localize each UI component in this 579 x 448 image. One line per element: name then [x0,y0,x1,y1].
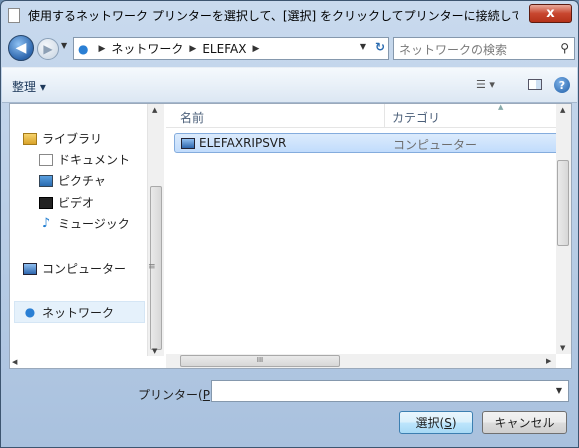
breadcrumb-separator-icon[interactable]: ▶ [98,44,105,54]
title-bar: 使用するネットワーク プリンターを選択して、[選択] をクリックしてプリンターに… [1,1,578,29]
address-bar[interactable]: ● ▶ ネットワーク ▶ ELEFAX ▶ ▼ ↻ [73,37,389,60]
nav-item-music[interactable]: ♪ ミュージック [39,215,130,232]
scroll-right-icon[interactable]: ▶ [546,357,551,365]
select-button[interactable]: 選択(S) [399,411,473,434]
printer-combobox[interactable]: ▼ [211,380,569,402]
nav-item-label: コンピューター [42,262,127,276]
column-divider[interactable] [384,104,385,128]
breadcrumb-separator-icon[interactable]: ▶ [252,44,259,54]
scroll-down-icon[interactable]: ▼ [152,347,157,355]
scrollbar-thumb[interactable]: III [180,355,340,367]
breadcrumb-network[interactable]: ネットワーク [111,40,183,57]
pane-splitter[interactable]: ≡ [148,262,156,272]
column-header-category[interactable]: カテゴリ [392,109,440,126]
navigation-pane: ライブラリ ドキュメント ピクチャ ビデオ ♪ ミュージック コンピューター ●… [10,104,166,368]
nav-item-label: ライブラリ [42,132,103,146]
nav-item-computer[interactable]: コンピューター [23,260,126,277]
organize-button[interactable]: 整理 ▾ [12,78,46,95]
scroll-down-icon[interactable]: ▼ [560,344,565,352]
list-item-name: ELEFAXRIPSVR [181,136,286,150]
nav-item-label: ミュージック [58,217,130,231]
library-icon [23,132,37,145]
list-item-category: コンピューター [393,138,478,152]
select-accesskey: S [444,415,452,430]
arrow-right-icon: ▶ [43,42,53,56]
refresh-icon[interactable]: ↻ [375,40,385,54]
nav-item-network[interactable]: ● ネットワーク [14,301,146,323]
list-vertical-scrollbar[interactable]: ▲ ▼ [556,104,571,354]
nav-item-label: ピクチャ [58,174,106,188]
search-icon[interactable]: ⚲ [560,41,569,55]
nav-item-videos[interactable]: ビデオ [39,194,94,211]
list-horizontal-scrollbar[interactable]: III ▶ [166,354,556,368]
address-dropdown-icon[interactable]: ▼ [360,42,366,51]
printer-accesskey: P [202,388,210,402]
picture-icon [39,174,53,187]
computer-icon [181,137,195,149]
nav-item-libraries[interactable]: ライブラリ [23,130,102,147]
cancel-button[interactable]: キャンセル [482,411,567,434]
scroll-up-icon[interactable]: ▲ [560,106,565,114]
breadcrumb-separator-icon[interactable]: ▶ [189,44,196,54]
scroll-left-icon[interactable]: ◀ [12,358,17,366]
nav-item-label: ネットワーク [42,305,115,320]
search-placeholder: ネットワークの検索 [399,43,508,57]
list-item-name-text: ELEFAXRIPSVR [199,136,287,150]
list-item[interactable]: ELEFAXRIPSVR コンピューター [174,133,561,153]
sort-indicator-icon: ▲ [498,103,504,111]
forward-button[interactable]: ▶ [37,38,59,60]
nav-item-label: ビデオ [58,196,95,210]
back-button[interactable]: ◀ [8,35,34,61]
view-options-icon[interactable]: ☰ ▾ [476,78,495,91]
printer-label: プリンター(P) [138,386,215,403]
select-label: 選択( [415,416,445,430]
chevron-down-icon[interactable]: ▼ [556,386,562,395]
select-label-suffix: ) [451,415,457,430]
help-icon[interactable]: ? [554,77,570,93]
column-header-name[interactable]: 名前 [180,109,204,126]
nav-item-label: ドキュメント [58,153,131,167]
nav-item-documents[interactable]: ドキュメント [39,151,130,168]
printer-label-text: プリンター( [138,388,203,402]
computer-icon [23,262,37,275]
window-title: 使用するネットワーク プリンターを選択して、[選択] をクリックしてプリンターに… [28,8,518,23]
music-icon: ♪ [41,215,51,231]
video-icon [39,196,53,209]
document-icon [39,153,53,166]
nav-scrollbar[interactable]: ▲ ▼ [147,104,164,356]
toolbar: 整理 ▾ ☰ ▾ ? [2,67,577,103]
scrollbar-grip: III [256,356,264,364]
document-icon [8,7,20,23]
network-icon: ● [24,305,36,319]
recent-pages-dropdown[interactable]: ▼ [61,41,67,50]
network-icon: ● [78,41,89,56]
close-button[interactable]: x [529,4,572,23]
column-header-row: 名前 カテゴリ ▲ [166,103,556,128]
breadcrumb-elefax[interactable]: ELEFAX [202,42,246,56]
file-list: 名前 カテゴリ ▲ ELEFAXRIPSVR コンピューター ▲ ▼ III ▶ [166,103,571,368]
arrow-left-icon: ◀ [15,40,27,56]
printer-select-dialog: 使用するネットワーク プリンターを選択して、[選択] をクリックしてプリンターに… [0,0,579,448]
address-row: ◀ ▶ ▼ ● ▶ ネットワーク ▶ ELEFAX ▶ ▼ ↻ ネットワークの検… [1,31,578,65]
preview-pane-icon[interactable] [528,79,542,90]
scroll-up-icon[interactable]: ▲ [152,106,157,114]
browser-content: ライブラリ ドキュメント ピクチャ ビデオ ♪ ミュージック コンピューター ●… [9,103,572,369]
nav-item-pictures[interactable]: ピクチャ [39,172,106,189]
scrollbar-thumb[interactable] [557,160,569,246]
search-input[interactable]: ネットワークの検索 ⚲ [393,37,575,60]
